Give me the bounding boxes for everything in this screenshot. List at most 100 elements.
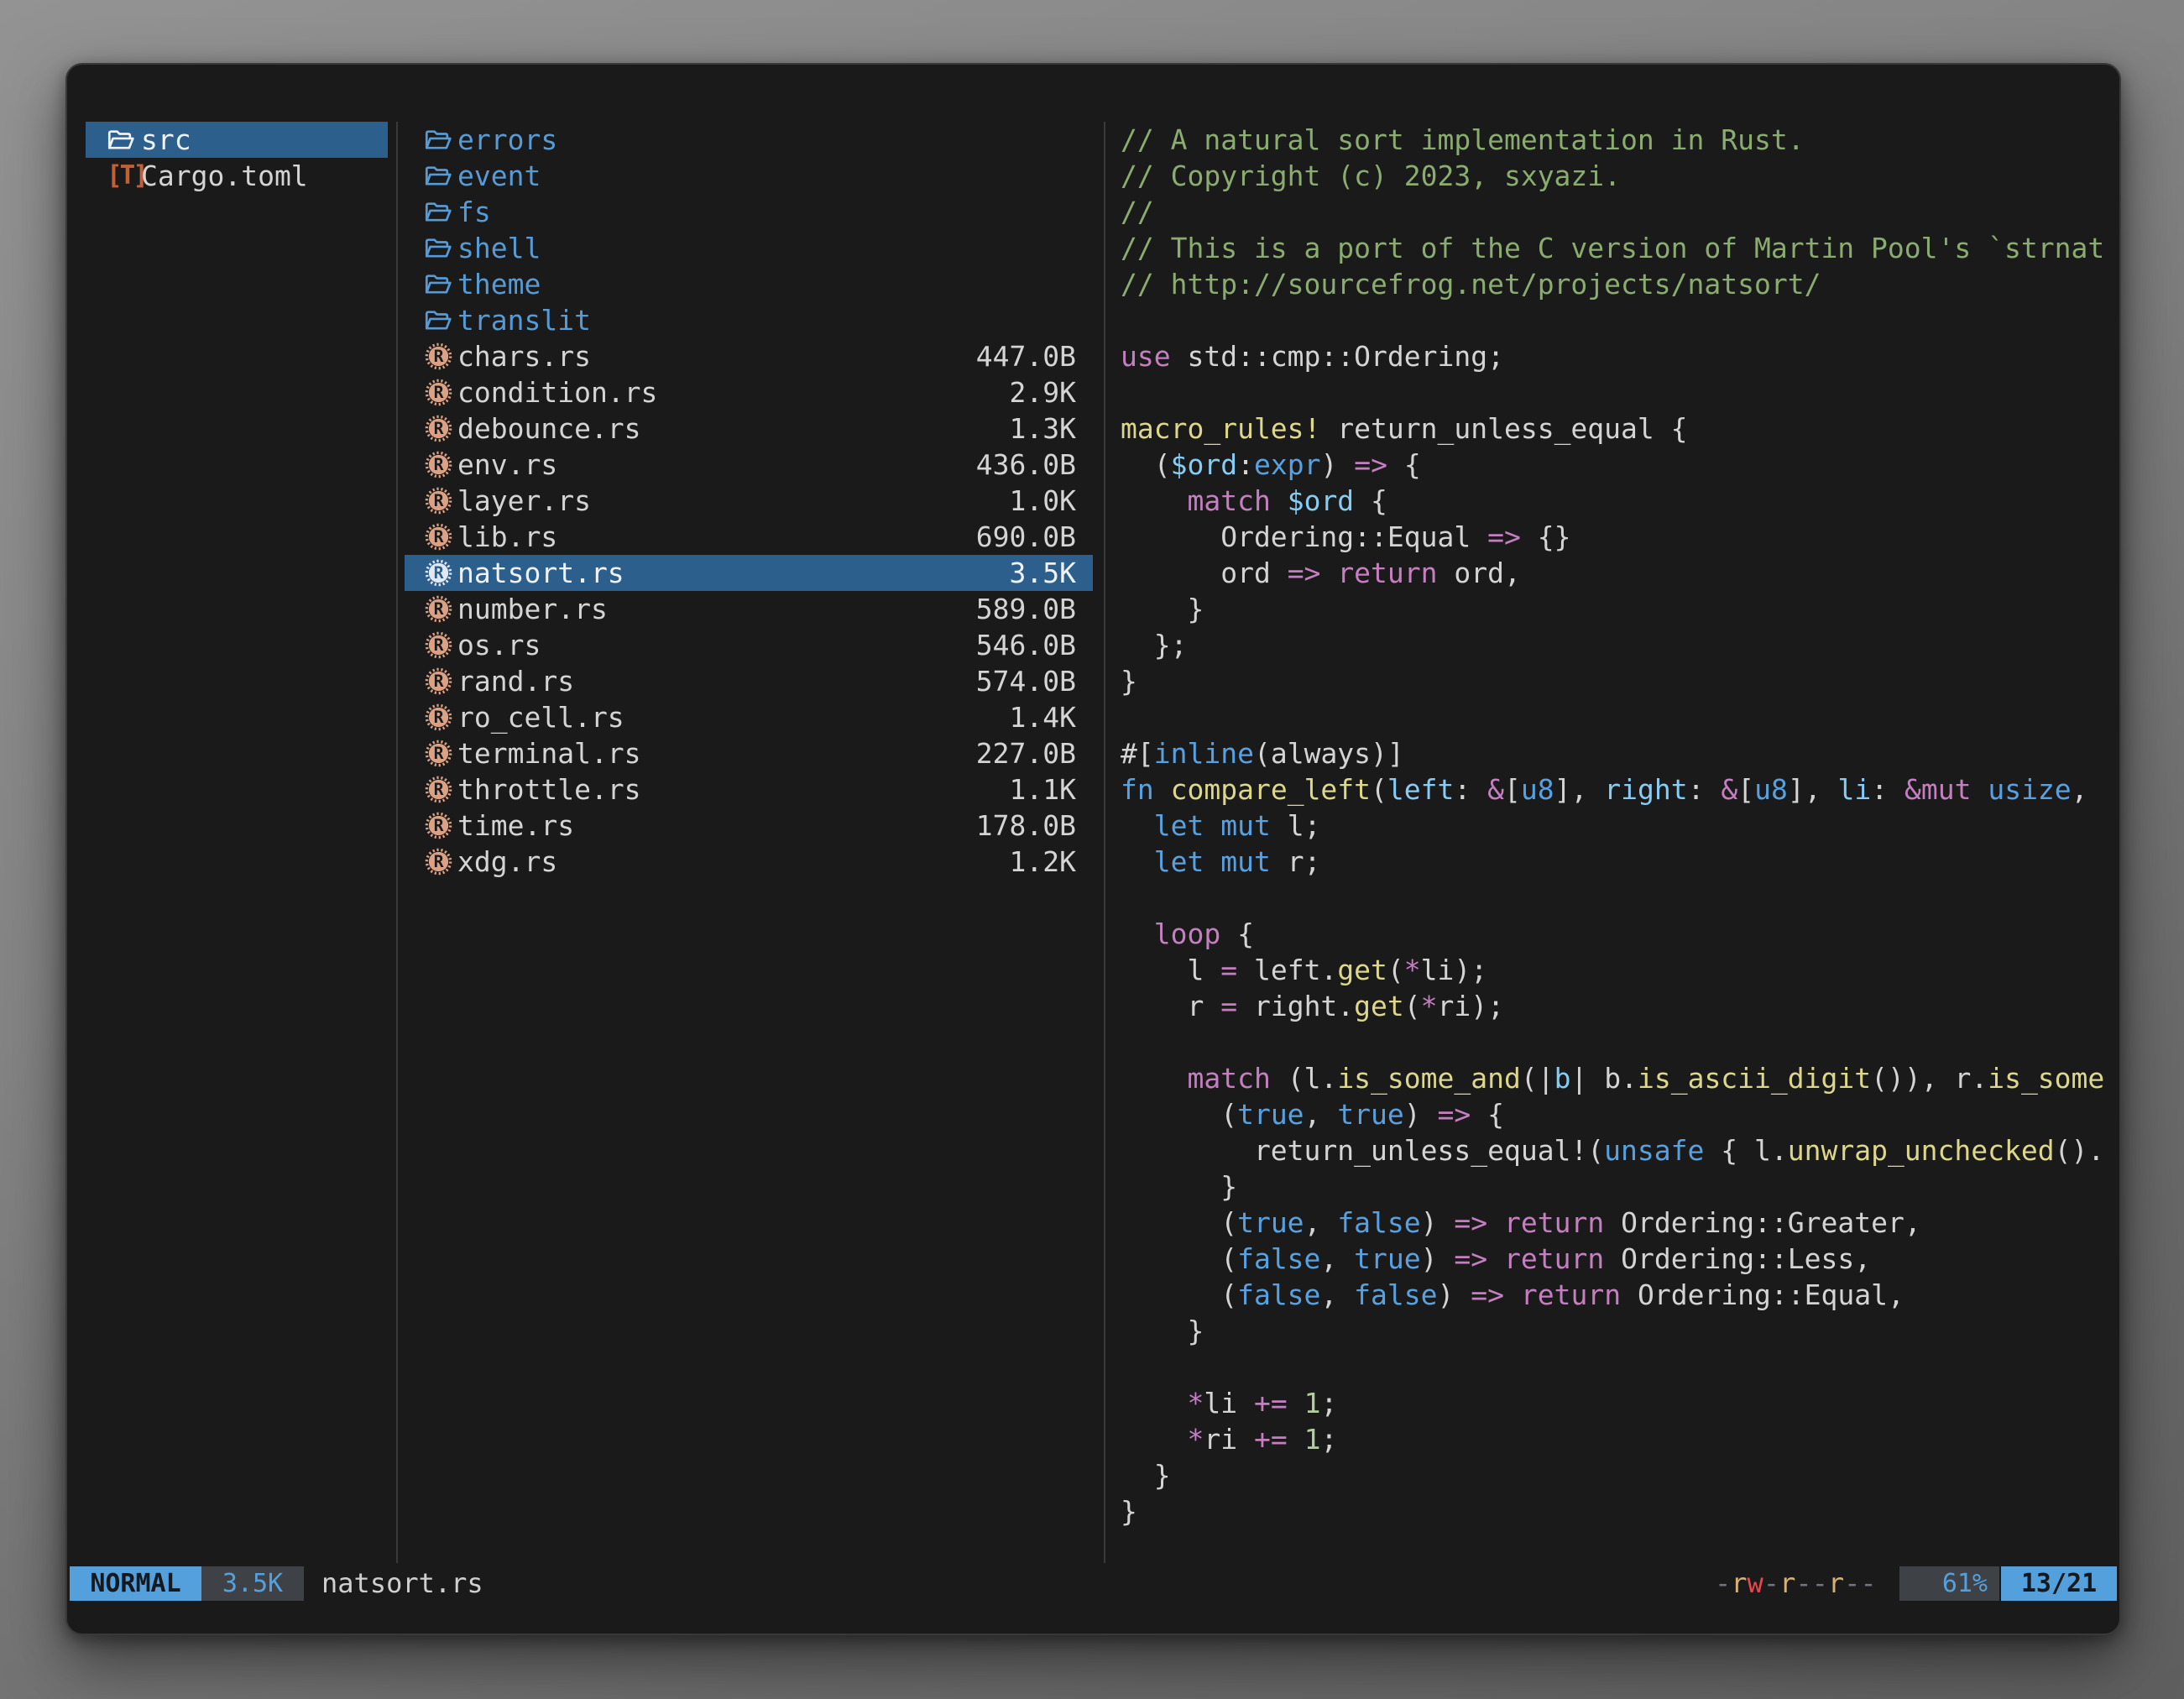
file-row[interactable]: Rlib.rs690.0B [405,519,1093,555]
entry-name: xdg.rs [457,844,557,880]
rust-file-icon: R [424,450,453,479]
entry-name: ro_cell.rs [457,699,624,735]
svg-text:R: R [434,708,444,727]
rust-file-icon: R [424,699,453,735]
folder-row[interactable]: translit [405,302,1093,338]
rust-file-icon: R [424,667,453,696]
entry-size: 447.0B [976,338,1076,374]
status-filename: natsort.rs [321,1566,483,1601]
svg-text:R: R [434,744,444,763]
entry-name: Cargo.toml [141,158,308,194]
entry-size: 227.0B [976,735,1076,771]
svg-text:R: R [434,455,444,474]
rust-file-icon: R [424,414,453,443]
scroll-percent-badge: 61% [1899,1566,1999,1601]
open-folder-icon [424,163,453,189]
entry-name: event [457,158,541,194]
entry-name: debounce.rs [457,410,641,447]
entry-name: terminal.rs [457,735,641,771]
code-line: } [1121,1313,2119,1349]
entry-name: os.rs [457,627,541,663]
rust-file-icon: R [424,847,453,876]
file-row[interactable]: Rlayer.rs 1.0K [405,483,1093,519]
code-line: // This is a port of the C version of Ma… [1121,230,2119,266]
code-line: ($ord:expr) => { [1121,447,2119,483]
file-row[interactable]: Renv.rs 436.0B [405,447,1093,483]
code-line: match (l.is_some_and(|b| b.is_ascii_digi… [1121,1060,2119,1096]
svg-text:R: R [434,419,444,438]
code-line [1121,1349,2119,1385]
entry-name: natsort.rs [457,555,624,591]
folder-row[interactable]: fs [405,194,1093,230]
file-row[interactable]: [T]Cargo.toml [86,158,388,194]
entry-size: 546.0B [976,627,1076,663]
file-row[interactable]: Ros.rs 546.0B [405,627,1093,663]
code-line: Ordering::Equal => {} [1121,519,2119,555]
open-folder-icon [424,230,453,266]
code-line [1121,699,2119,735]
entry-name: layer.rs [457,483,591,519]
code-line: let mut r; [1121,844,2119,880]
file-row[interactable]: Rro_cell.rs 1.4K [405,699,1093,735]
file-row[interactable]: Rchars.rs447.0B [405,338,1093,374]
code-line: let mut l; [1121,808,2119,844]
svg-text:R: R [434,491,444,510]
entry-size: 1.0K [1010,483,1076,519]
folder-row[interactable]: event [405,158,1093,194]
code-line: // [1121,194,2119,230]
file-row[interactable]: Rterminal.rs 227.0B [405,735,1093,771]
code-line [1121,374,2119,410]
entry-name: env.rs [457,447,557,483]
entry-name: errors [457,122,557,158]
code-line: ord => return ord, [1121,555,2119,591]
entry-name: lib.rs [457,519,557,555]
entry-name: number.rs [457,591,608,627]
open-folder-icon [424,271,453,297]
folder-row[interactable]: errors [405,122,1093,158]
entry-name: rand.rs [457,663,574,699]
file-row[interactable]: Rdebounce.rs1.3K [405,410,1093,447]
entry-name: src [141,122,191,158]
rust-file-icon: R [424,555,453,591]
code-line: } [1121,591,2119,627]
code-line: (false, false) => return Ordering::Equal… [1121,1277,2119,1313]
entry-size: 1.2K [1010,844,1076,880]
entry-size: 436.0B [976,447,1076,483]
open-folder-icon [424,127,453,153]
entry-size: 574.0B [976,663,1076,699]
code-line: // A natural sort implementation in Rust… [1121,122,2119,158]
rust-file-icon: R [424,771,453,808]
file-row[interactable]: Rnumber.rs 589.0B [405,591,1093,627]
file-row[interactable]: Rcondition.rs2.9K [405,374,1093,410]
code-line [1121,1024,2119,1060]
rust-file-icon: R [424,410,453,447]
entry-size: 1.4K [1010,699,1076,735]
code-line: } [1121,1457,2119,1493]
rust-file-icon: R [424,630,453,660]
svg-text:R: R [434,635,444,655]
folder-row[interactable]: theme [405,266,1093,302]
file-row[interactable]: Rnatsort.rs3.5K [405,555,1093,591]
file-row[interactable]: Rthrottle.rs1.1K [405,771,1093,808]
file-row[interactable]: Rxdg.rs 1.2K [405,844,1093,880]
entry-name: chars.rs [457,338,591,374]
open-folder-icon [424,235,453,261]
code-line: } [1121,1168,2119,1205]
open-folder-icon [107,122,136,158]
entry-size: 589.0B [976,591,1076,627]
open-folder-icon [424,158,453,194]
file-row[interactable]: Rtime.rs178.0B [405,808,1093,844]
code-line: *ri += 1; [1121,1421,2119,1457]
open-folder-icon [424,302,453,338]
rust-file-icon: R [424,811,453,840]
code-line [1121,302,2119,338]
rust-file-icon: R [424,522,453,552]
rust-file-icon: R [424,591,453,627]
code-line: // http://sourcefrog.net/projects/natsor… [1121,266,2119,302]
cursor-position-badge: 13/21 [2001,1566,2117,1601]
pane-divider-right [1104,122,1105,1563]
folder-row[interactable]: src [86,122,388,158]
folder-row[interactable]: shell [405,230,1093,266]
open-folder-icon [424,199,453,225]
file-row[interactable]: Rrand.rs 574.0B [405,663,1093,699]
